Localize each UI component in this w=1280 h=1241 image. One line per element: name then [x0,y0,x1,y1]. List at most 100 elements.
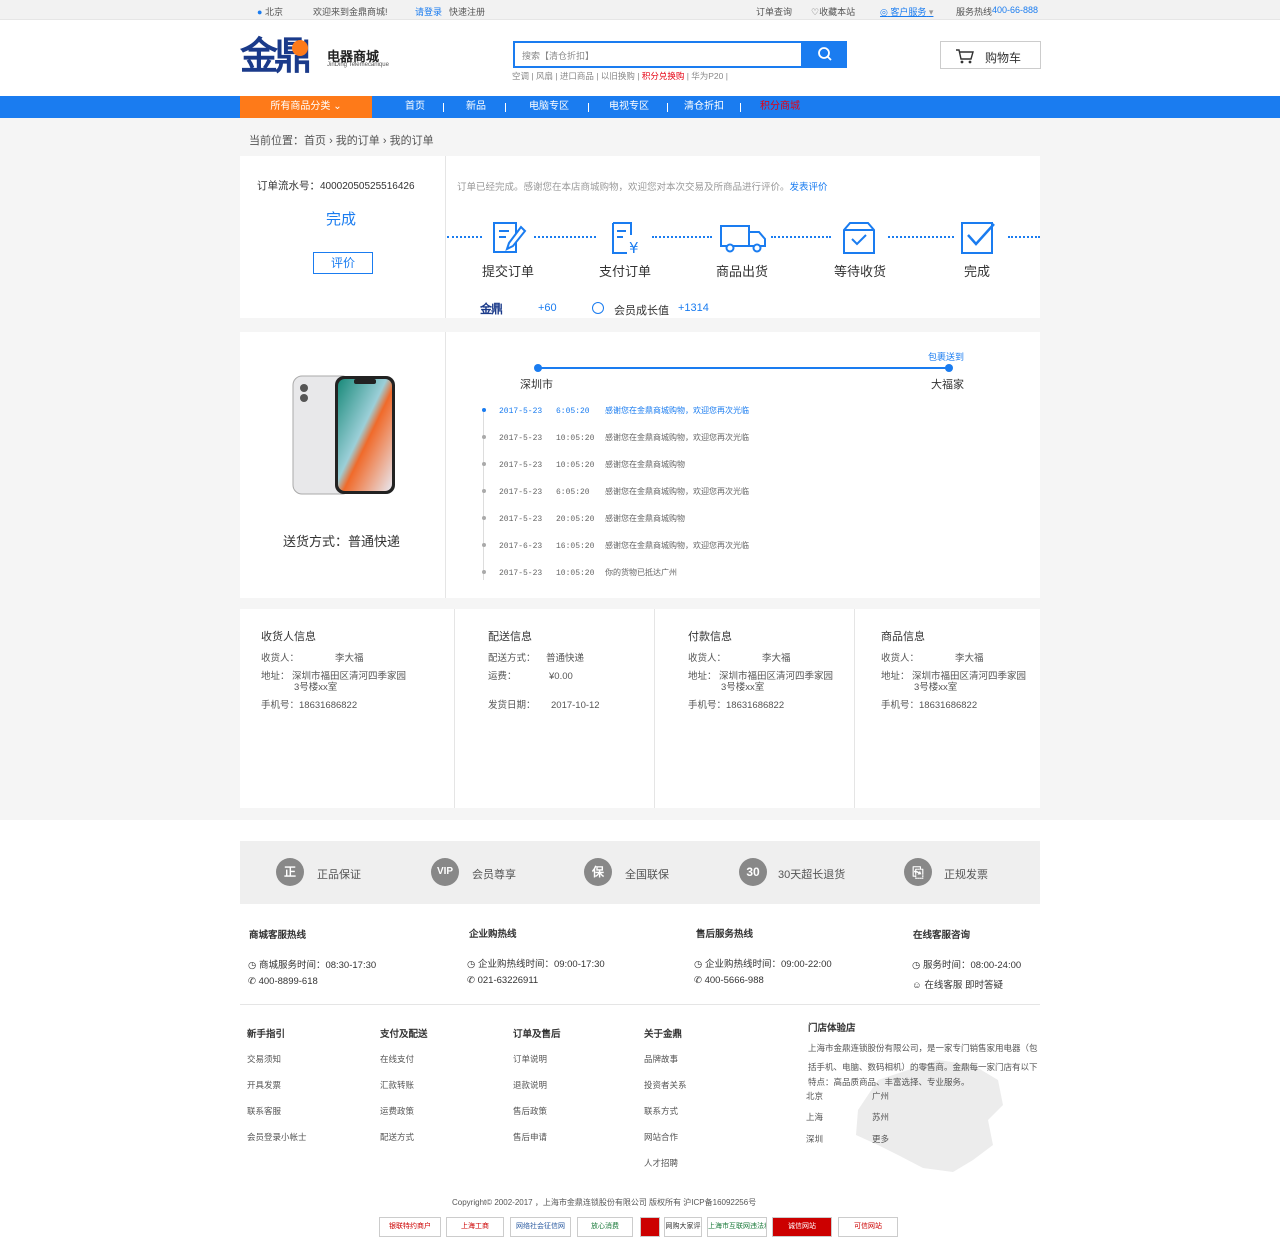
nav-computer[interactable]: 电脑专区 [529,96,569,118]
footer-link[interactable]: 人才招聘 [644,1157,678,1169]
footer-link[interactable]: 联系客服 [247,1105,281,1117]
hot-word[interactable]: 进口商品 [560,71,594,81]
online-service-text: 在线客服 即时答疑 [924,980,1003,991]
badge-shanghai-commerce[interactable]: 上海工商 [446,1217,504,1237]
delivery-method-value: 普通快递 [546,653,585,664]
online-service-link[interactable]: ☺ 在线客服 即时答疑 [912,977,1003,991]
store-city[interactable]: 北京 [806,1090,823,1102]
footer-link[interactable]: 在线支付 [380,1053,414,1065]
store-city[interactable]: 广州 [872,1090,889,1102]
customer-service-link[interactable]: ◎ 客户服务 ▾ [880,5,933,18]
nav-new[interactable]: 新品 [466,96,486,118]
logo[interactable]: 金鼎 [240,36,324,78]
payment-phone: 手机号：18631686822 [688,700,785,711]
timeline-date: 2017-5-23 [499,488,543,497]
timeline-message: 感谢您在金鼎商城购物，欢迎您再次光临 [605,541,749,550]
store-city[interactable]: 上海 [806,1111,823,1123]
badge-credit-network[interactable]: 网络社会征信网 [510,1217,571,1237]
register-link[interactable]: 快速注册 [449,5,485,18]
hotline-title: 售后服务热线 [696,929,754,940]
order-query-link[interactable]: 订单查询 [756,5,792,18]
hot-word[interactable]: 风扇 [536,71,553,81]
footer-link[interactable]: 品牌故事 [644,1053,678,1065]
order-notice-text: 订单已经完成。感谢您在本店商城购物，欢迎您对本次交易及所商品进行评价。 [457,182,790,193]
footer-link[interactable]: 售后申请 [513,1131,547,1143]
breadcrumb-item[interactable]: 首页 [304,135,326,147]
favorite-link[interactable]: ♡收藏本站 [811,5,855,18]
breadcrumb-item[interactable]: 我的订单 [336,135,380,147]
review-link[interactable]: 发表评价 [790,182,828,193]
guarantee-label: 正品保证 [317,869,361,881]
progress-dots [534,236,596,238]
login-link[interactable]: 请登录 [415,5,442,18]
nav-home[interactable]: 首页 [405,96,425,118]
store-city[interactable]: 更多 [872,1133,889,1145]
footer-link[interactable]: 交易须知 [247,1053,281,1065]
phone-icon: ✆ [248,976,256,987]
breadcrumb-item[interactable]: 我的订单 [390,135,434,147]
footer-link[interactable]: 配送方式 [380,1131,414,1143]
store-city[interactable]: 深圳 [806,1133,823,1145]
invoice-icon: ⎘ [904,858,932,886]
divider [445,332,446,598]
footer-link[interactable]: 开具发票 [247,1079,281,1091]
timeline-message: 你的货物已抵达广州 [605,568,677,577]
svg-text:¥: ¥ [629,239,639,255]
search-input[interactable]: 搜索【清仓折扣】 [513,41,803,68]
breadcrumb-prefix: 当前位置： [249,135,304,147]
footer-link[interactable]: 联系方式 [644,1105,678,1117]
badge-report-center[interactable]: 上海市互联网违法和不良信息举报中心 [707,1217,767,1237]
hotline-title: 在线客服咨询 [913,930,971,941]
footer-link[interactable]: 售后政策 [513,1105,547,1117]
footer-link[interactable]: 汇款转账 [380,1079,414,1091]
all-categories-label: 所有商品分类 [270,101,331,112]
footer-link[interactable]: 订单说明 [513,1053,547,1065]
headset-icon: ◎ [880,7,888,17]
nav-tv[interactable]: 电视专区 [609,96,649,118]
badge-unionpay[interactable]: 银联特约商户 [379,1217,441,1237]
badge-review[interactable]: 网购大家评 [664,1217,702,1237]
nav-clearance[interactable]: 清仓折扣 [684,96,724,118]
growth-value: +1314 [678,302,709,314]
hot-word[interactable]: 华为P20 [691,71,723,81]
badge-consumer[interactable]: 放心消费 [577,1217,633,1237]
footer-link[interactable]: 网站合作 [644,1131,678,1143]
hot-word[interactable]: 以旧换购 [601,71,635,81]
logo-dot [292,40,308,56]
footer-link[interactable]: 退款说明 [513,1079,547,1091]
store-city[interactable]: 苏州 [872,1111,889,1123]
header: 金鼎 电器商城 JinDing Telemecanique 搜索【清仓折扣】 空… [0,20,1280,96]
divider [240,1004,1040,1005]
route-end-dot [945,364,953,372]
hot-words: 空调 | 风扇 | 进口商品 | 以旧换购 | 积分兑换购 | 华为P20 | [512,71,728,81]
search-button[interactable] [802,41,847,68]
nav-points-mall[interactable]: 积分商城 [760,96,800,118]
timeline-dot [482,435,486,439]
review-button[interactable]: 评价 [313,252,373,274]
timeline-date: 2017-5-23 [499,407,543,416]
cart-button[interactable]: 购物车 [940,41,1041,69]
divider [454,609,455,808]
timeline-time: 20:05:20 [556,515,595,524]
badge-trusted[interactable]: 诚信网站 [772,1217,832,1237]
police-badge[interactable] [640,1217,660,1237]
clock-icon: ◷ [248,960,257,971]
hotline-phone: ✆ 021-63226911 [467,975,538,986]
warranty-icon: 保 [584,858,612,886]
all-categories-button[interactable]: 所有商品分类 ⌄ [240,96,372,118]
location[interactable]: ● 北京 [257,5,283,18]
hotline-hours-text: 商城服务时间：08:30-17:30 [258,960,377,971]
goods-addr-label: 地址： [881,671,910,682]
goods-info-title: 商品信息 [881,631,925,643]
footer-link[interactable]: 运费政策 [380,1105,414,1117]
order-notice: 订单已经完成。感谢您在本店商城购物，欢迎您对本次交易及所商品进行评价。发表评价 [457,179,828,193]
hot-word[interactable]: 空调 [512,71,529,81]
payment-info-title: 付款信息 [688,631,732,643]
hot-word[interactable]: 积分兑换购 [642,71,685,81]
footer-link[interactable]: 投资者关系 [644,1079,687,1091]
badge-credible[interactable]: 可信网站 [838,1217,898,1237]
footer-link[interactable]: 会员登录小帐士 [247,1131,307,1143]
timeline-dot [482,543,486,547]
delivery-method: 送货方式：普通快递 [283,534,401,549]
timeline-entry: 2017-5-23 10:05:20 感谢您在金鼎商城购物 [499,459,685,470]
